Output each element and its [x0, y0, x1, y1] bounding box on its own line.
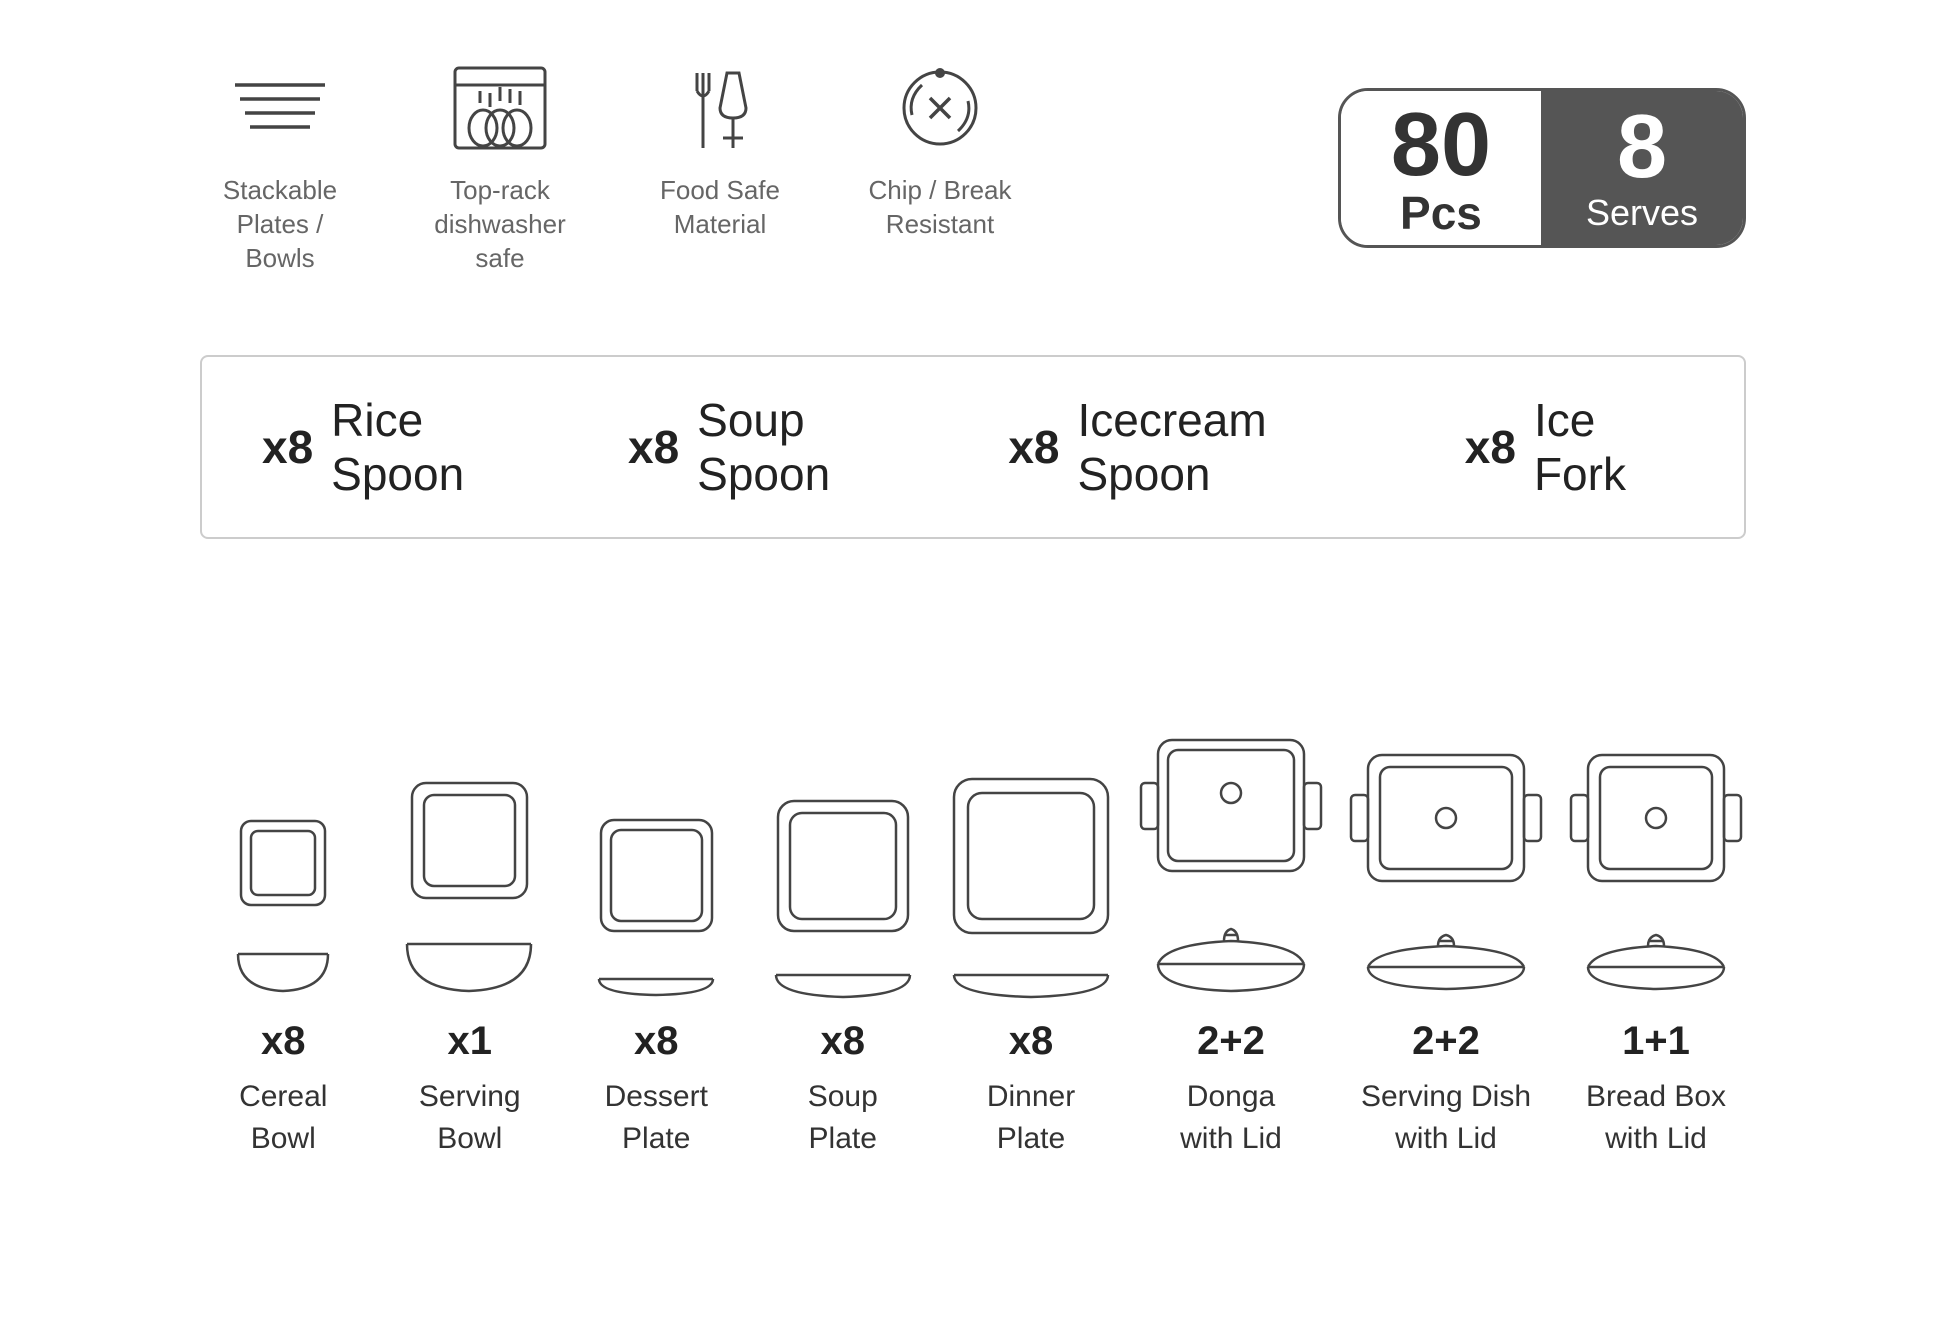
cutlery-name-1: Soup Spoon [697, 393, 928, 501]
top-section: Stackable Plates / Bowls [200, 60, 1746, 275]
dessert-plate-name: Dessert Plate [605, 1076, 708, 1160]
cutlery-count-1: x8 [628, 420, 679, 474]
cereal-bowl-count: x8 [261, 1019, 306, 1064]
serving-dish-drawings [1346, 619, 1546, 999]
features-row: Stackable Plates / Bowls [200, 60, 1020, 275]
foodsafe-label: Food Safe Material [660, 174, 780, 242]
badge-serves-num: 8 [1617, 102, 1667, 192]
cutlery-item-0: x8 Rice Spoon [262, 393, 548, 501]
item-soup-plate: x8 Soup Plate [760, 619, 927, 1160]
cutlery-count-2: x8 [1008, 420, 1059, 474]
dinner-plate-count: x8 [1009, 1019, 1054, 1064]
foodsafe-icon [675, 60, 765, 160]
donga-name: Donga with Lid [1180, 1076, 1282, 1160]
cutlery-item-2: x8 Icecream Spoon [1008, 393, 1384, 501]
bread-box-drawings [1566, 619, 1746, 999]
item-dinner-plate: x8 Dinner Plate [946, 619, 1116, 1160]
serving-bowl-name: Serving Bowl [419, 1076, 521, 1160]
item-donga: 2+2 Donga with Lid [1136, 619, 1326, 1160]
dinner-plate-drawings [946, 619, 1116, 999]
main-container: Stackable Plates / Bowls [0, 0, 1946, 1320]
dinner-plate-name: Dinner Plate [987, 1076, 1075, 1160]
cutlery-item-1: x8 Soup Spoon [628, 393, 928, 501]
serving-dish-count: 2+2 [1412, 1019, 1480, 1064]
items-grid: x8 Cereal Bowl x1 Serving Bowl [200, 619, 1746, 1160]
cereal-bowl-name: Cereal Bowl [239, 1076, 327, 1160]
serving-bowl-count: x1 [448, 1019, 493, 1064]
badge-quantity-section: 80 Pcs [1341, 91, 1541, 245]
item-bread-box: 1+1 Bread Box with Lid [1566, 619, 1746, 1160]
item-dessert-plate: x8 Dessert Plate [573, 619, 740, 1160]
serving-bowl-drawings [397, 619, 542, 999]
chipbreak-icon [890, 60, 990, 160]
cutlery-count-0: x8 [262, 420, 313, 474]
cereal-bowl-drawings [223, 619, 343, 999]
serves-badge: 80 Pcs 8 Serves [1338, 88, 1746, 248]
stackable-label: Stackable Plates / Bowls [200, 174, 360, 275]
dessert-plate-count: x8 [634, 1019, 679, 1064]
cutlery-name-0: Rice Spoon [331, 393, 548, 501]
cutlery-count-3: x8 [1465, 420, 1516, 474]
badge-serves-section: 8 Serves [1541, 91, 1743, 245]
item-serving-dish: 2+2 Serving Dish with Lid [1346, 619, 1546, 1160]
dishwasher-label: Top-rack dishwasher safe [420, 174, 580, 275]
feature-foodsafe: Food Safe Material [640, 60, 800, 242]
feature-dishwasher: Top-rack dishwasher safe [420, 60, 580, 275]
bread-box-name: Bread Box with Lid [1586, 1076, 1726, 1160]
feature-stackable: Stackable Plates / Bowls [200, 60, 360, 275]
serving-dish-name: Serving Dish with Lid [1361, 1076, 1531, 1160]
soup-plate-drawings [768, 619, 918, 999]
cutlery-name-2: Icecream Spoon [1077, 393, 1384, 501]
dishwasher-icon [445, 60, 555, 160]
soup-plate-name: Soup Plate [808, 1076, 878, 1160]
chipbreak-label: Chip / Break Resistant [868, 174, 1011, 242]
badge-unit: Pcs [1400, 190, 1482, 236]
soup-plate-count: x8 [821, 1019, 866, 1064]
item-cereal-bowl: x8 Cereal Bowl [200, 619, 367, 1160]
bread-box-count: 1+1 [1622, 1019, 1690, 1064]
dessert-plate-drawings [589, 619, 724, 999]
donga-drawings [1136, 619, 1326, 999]
cutlery-row: x8 Rice Spoon x8 Soup Spoon x8 Icecream … [200, 355, 1746, 539]
donga-count: 2+2 [1197, 1019, 1265, 1064]
badge-serves-label: Serves [1586, 192, 1698, 234]
badge-quantity: 80 [1391, 100, 1491, 190]
cutlery-item-3: x8 Ice Fork [1465, 393, 1684, 501]
item-serving-bowl: x1 Serving Bowl [387, 619, 554, 1160]
cutlery-name-3: Ice Fork [1534, 393, 1684, 501]
feature-chipbreak: Chip / Break Resistant [860, 60, 1020, 242]
stackable-icon [220, 60, 340, 160]
